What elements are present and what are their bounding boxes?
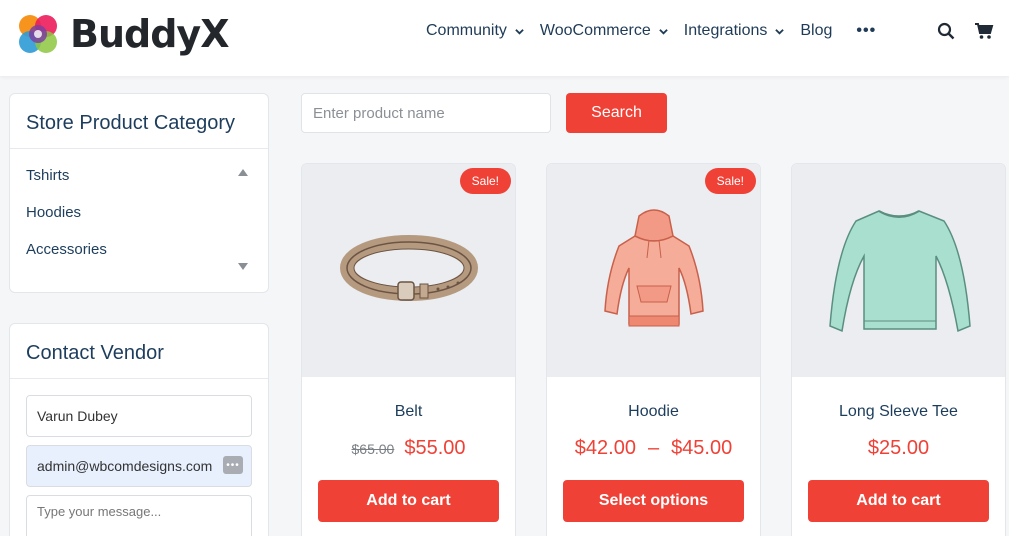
- price-min: $42.00: [574, 437, 636, 459]
- price-separator: –: [647, 437, 660, 459]
- add-to-cart-button[interactable]: Add to cart: [318, 480, 499, 522]
- site-header: BuddyX Community WooCommerce Integration…: [0, 0, 1009, 76]
- scroll-up-icon[interactable]: [238, 169, 248, 176]
- category-list: Tshirts Hoodies Accessories: [10, 149, 268, 276]
- contact-vendor-widget: Contact Vendor Varun Dubey admin@wbcomde…: [9, 323, 269, 536]
- scroll-down-icon[interactable]: [238, 263, 248, 270]
- more-menu-icon[interactable]: •••: [856, 22, 876, 40]
- name-value: Varun Dubey: [37, 408, 118, 424]
- category-item-tshirts[interactable]: Tshirts: [26, 157, 252, 194]
- main-nav: Community WooCommerce Integrations Blog …: [426, 22, 876, 40]
- widget-title: Contact Vendor: [10, 324, 268, 379]
- search-placeholder: Enter product name: [313, 104, 445, 122]
- chevron-down-icon: [775, 28, 785, 35]
- logo-text: BuddyX: [70, 12, 229, 56]
- product-name[interactable]: Long Sleeve Tee: [792, 403, 1005, 425]
- nav-woocommerce[interactable]: WooCommerce: [540, 22, 668, 40]
- price: $25.00: [867, 437, 930, 459]
- product-name[interactable]: Belt: [302, 403, 515, 425]
- nav-label: Community: [426, 22, 507, 39]
- price-max: $45.00: [671, 437, 733, 459]
- name-field[interactable]: Varun Dubey: [26, 395, 252, 437]
- nav-community[interactable]: Community: [426, 22, 524, 40]
- product-search-input[interactable]: Enter product name: [301, 93, 551, 133]
- product-name[interactable]: Hoodie: [547, 403, 760, 425]
- email-field[interactable]: admin@wbcomdesigns.com •••: [26, 445, 252, 487]
- product-image[interactable]: Sale!: [547, 164, 760, 377]
- product-card: Sale! Belt $65.00 $55.00 Add to cart: [301, 163, 516, 536]
- sale-badge: Sale!: [704, 168, 756, 194]
- product-card: Sale! Hoodie $42.00 – $45.00 Select opti…: [546, 163, 761, 536]
- select-options-button[interactable]: Select options: [563, 480, 744, 522]
- cart-icon[interactable]: [974, 22, 994, 40]
- search-button[interactable]: Search: [566, 93, 667, 133]
- category-item-hoodies[interactable]: Hoodies: [26, 194, 252, 231]
- email-value: admin@wbcomdesigns.com: [37, 458, 213, 474]
- old-price: $65.00: [351, 441, 395, 457]
- site-logo[interactable]: BuddyX: [10, 6, 229, 62]
- category-widget: Store Product Category Tshirts Hoodies A…: [9, 93, 269, 293]
- chevron-down-icon: [659, 28, 668, 35]
- nav-blog[interactable]: Blog: [800, 22, 832, 40]
- password-manager-icon[interactable]: •••: [223, 456, 243, 474]
- buddyx-logo-icon: [19, 15, 57, 53]
- nav-integrations[interactable]: Integrations: [684, 22, 785, 40]
- chevron-down-icon: [515, 28, 524, 35]
- price-row: $42.00 – $45.00: [547, 437, 760, 463]
- add-to-cart-button[interactable]: Add to cart: [808, 480, 989, 522]
- product-image[interactable]: [792, 164, 1005, 377]
- search-icon[interactable]: [937, 22, 955, 40]
- widget-title: Store Product Category: [10, 94, 268, 149]
- long-sleeve-tee-image-icon: [828, 209, 971, 332]
- message-placeholder: Type your message...: [37, 504, 162, 519]
- hoodie-image-icon: [603, 208, 704, 326]
- message-field[interactable]: Type your message...: [26, 495, 252, 536]
- product-card: Long Sleeve Tee $25.00 Add to cart: [791, 163, 1006, 536]
- sale-price: $55.00: [404, 437, 466, 459]
- belt-image-icon: [339, 234, 478, 301]
- sale-badge: Sale!: [459, 168, 511, 194]
- product-image[interactable]: Sale!: [302, 164, 515, 377]
- category-item-accessories[interactable]: Accessories: [26, 231, 252, 268]
- price-row: $65.00 $55.00: [302, 437, 515, 463]
- price-row: $25.00: [792, 437, 1005, 463]
- nav-label: Integrations: [683, 22, 768, 39]
- nav-label: Blog: [800, 22, 833, 39]
- nav-label: WooCommerce: [539, 22, 651, 39]
